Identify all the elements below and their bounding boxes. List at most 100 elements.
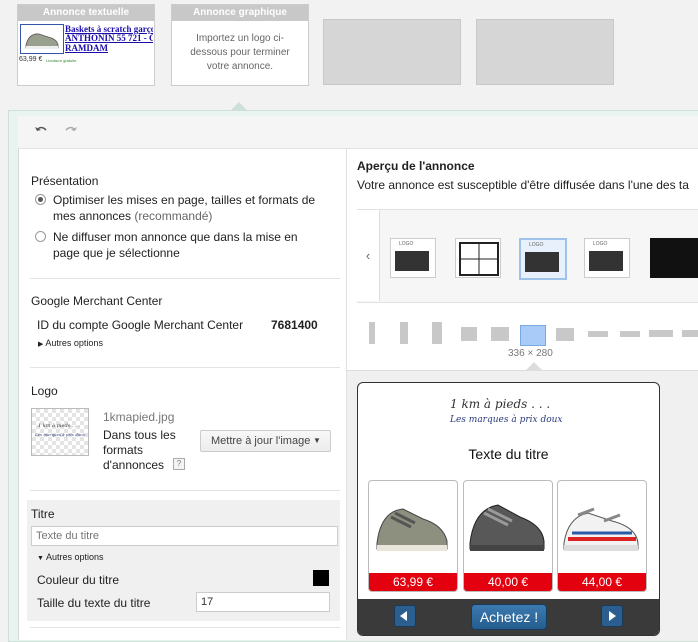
undo-icon[interactable] <box>34 124 48 139</box>
shoe-thumbnail <box>20 24 64 54</box>
title-input[interactable] <box>31 526 338 546</box>
logo-desc-line3: d'annonces <box>103 458 165 472</box>
help-icon[interactable]: ? <box>173 458 185 470</box>
text-ad-price: 63,99 € <box>19 56 43 63</box>
size-option[interactable] <box>588 331 608 337</box>
chevron-left-icon: ‹ <box>365 248 371 263</box>
preview-heading: Aperçu de l'annonce <box>357 159 475 173</box>
logo-thumb-line1: 1 km à pieds . . . <box>38 423 80 429</box>
layout-thumb-graphic <box>459 242 499 276</box>
layout-thumb-graphic <box>395 251 429 271</box>
size-option[interactable] <box>461 327 477 341</box>
editor-toolbar <box>18 116 698 149</box>
merchant-more-options[interactable]: ▶ Autres options <box>38 338 103 348</box>
layout-thumbnail-4[interactable]: LOGO <box>584 238 630 278</box>
carousel-prev-button[interactable]: ‹ <box>357 210 380 301</box>
title-size-label: Taille du texte du titre <box>37 596 151 610</box>
product-price-3: 44,00 € <box>558 573 646 591</box>
title-color-label: Couleur du titre <box>37 573 120 587</box>
ad-logo-line2: Les marques à prix doux <box>450 415 563 425</box>
preview-pointer-tip <box>525 362 543 371</box>
shoe-image-2 <box>469 504 545 551</box>
merchant-id-value: 7681400 <box>271 318 318 332</box>
product-price-1: 63,99 € <box>369 573 457 591</box>
text-ad-title-line2: ANTHONIN 55 721 - GBB <box>65 33 153 43</box>
ad-logo-line1: 1 km à pieds . . . <box>450 397 551 411</box>
size-option[interactable] <box>369 322 375 344</box>
size-option[interactable] <box>649 330 673 337</box>
product-card-2[interactable]: 40,00 € <box>463 480 553 592</box>
product-card-1[interactable]: 63,99 € <box>368 480 458 592</box>
layout-thumbnail-2[interactable] <box>455 238 501 278</box>
update-image-button-label: Mettre à jour l'image <box>211 435 311 447</box>
size-option[interactable] <box>400 322 408 344</box>
text-ad-title-line3: RAMDAM <box>65 43 108 53</box>
single-layout-line2: page que je sélectionne <box>53 246 180 260</box>
ad-title: Texte du titre <box>468 446 549 462</box>
title-heading: Titre <box>31 507 55 521</box>
triangle-right-icon <box>609 611 616 621</box>
logo-desc-line1: Dans tous les <box>103 428 176 442</box>
merchant-more-options-label: Autres options <box>45 338 103 348</box>
format-placeholder-1[interactable] <box>323 19 461 85</box>
title-more-options[interactable]: ▼ Autres options <box>37 552 104 562</box>
optimize-option-line1: Optimiser les mises en page, tailles et … <box>53 193 316 207</box>
layout-thumbnail-3-selected[interactable]: LOGO <box>519 238 567 280</box>
format-placeholder-2[interactable] <box>476 19 614 85</box>
title-size-input[interactable] <box>196 592 330 612</box>
product-price-2: 40,00 € <box>464 573 552 591</box>
size-option[interactable] <box>432 322 442 344</box>
layout-thumbnail-5[interactable] <box>650 238 698 278</box>
title-color-swatch[interactable] <box>313 570 329 586</box>
layout-thumb-label: LOGO <box>529 242 544 248</box>
title-more-options-label: Autres options <box>45 552 104 562</box>
shoe-image-3 <box>563 507 639 551</box>
size-label: 336 × 280 <box>508 348 553 359</box>
redo-icon[interactable] <box>64 124 78 139</box>
graphic-ad-tab[interactable]: Annonce graphique Importez un logo ci-de… <box>171 4 309 86</box>
divider <box>30 367 340 368</box>
text-ad-tab-header: Annonce textuelle <box>18 5 154 21</box>
logo-filename: 1kmapied.jpg <box>103 410 175 424</box>
divider <box>30 490 340 491</box>
layout-thumb-label: LOGO <box>399 241 414 247</box>
ad-next-button[interactable] <box>601 605 623 627</box>
logo-thumbnail: 1 km à pieds . . . Les marques à prix do… <box>31 408 89 456</box>
dropdown-arrow-icon: ▼ <box>313 436 321 445</box>
triangle-right-icon: ▶ <box>38 341 44 348</box>
text-ad-small: Livraison gratuite <box>46 58 77 63</box>
ad-prev-button[interactable] <box>394 605 416 627</box>
optimize-option-text: mes annonces <box>53 209 132 223</box>
triangle-down-icon: ▼ <box>37 555 44 562</box>
layout-thumbnail-1[interactable]: LOGO <box>390 238 436 278</box>
divider <box>30 278 340 279</box>
text-ad-tab[interactable]: Annonce textuelle Baskets à scratch garç… <box>17 4 155 86</box>
optimize-option-line2: mes annonces (recommandé) <box>53 209 212 223</box>
logo-heading: Logo <box>31 384 58 398</box>
ad-cta-button[interactable]: Achetez ! <box>471 604 547 630</box>
single-layout-line1: Ne diffuser mon annonce que dans la mise… <box>53 230 298 244</box>
logo-desc-line2: formats <box>103 443 144 457</box>
layout-thumb-graphic <box>589 251 623 271</box>
layout-thumb-graphic <box>525 252 559 272</box>
product-card-3[interactable]: 44,00 € <box>557 480 647 592</box>
size-option[interactable] <box>556 328 574 341</box>
graphic-ad-tab-header: Annonce graphique <box>172 5 308 21</box>
size-option-selected[interactable] <box>520 325 546 346</box>
merchant-id-label: ID du compte Google Merchant Center <box>37 318 244 332</box>
merchant-heading: Google Merchant Center <box>31 294 163 308</box>
single-layout-radio[interactable] <box>35 231 46 242</box>
update-image-button[interactable]: Mettre à jour l'image ▼ <box>200 430 331 452</box>
size-option[interactable] <box>682 330 698 337</box>
divider <box>30 627 340 628</box>
recommended-label: (recommandé) <box>134 209 213 223</box>
layout-thumb-label: LOGO <box>593 241 608 247</box>
ad-logo: 1 km à pieds . . . Les marques à prix do… <box>446 395 570 435</box>
logo-thumb-line2: Les marques à prix doux <box>35 432 86 437</box>
graphic-ad-tab-body: Importez un logo ci-dessous pour termine… <box>190 33 290 72</box>
optimize-radio[interactable] <box>35 194 46 205</box>
size-option[interactable] <box>620 331 640 337</box>
presentation-heading: Présentation <box>31 174 99 188</box>
size-option[interactable] <box>491 327 509 341</box>
shoe-image-1 <box>376 508 448 551</box>
